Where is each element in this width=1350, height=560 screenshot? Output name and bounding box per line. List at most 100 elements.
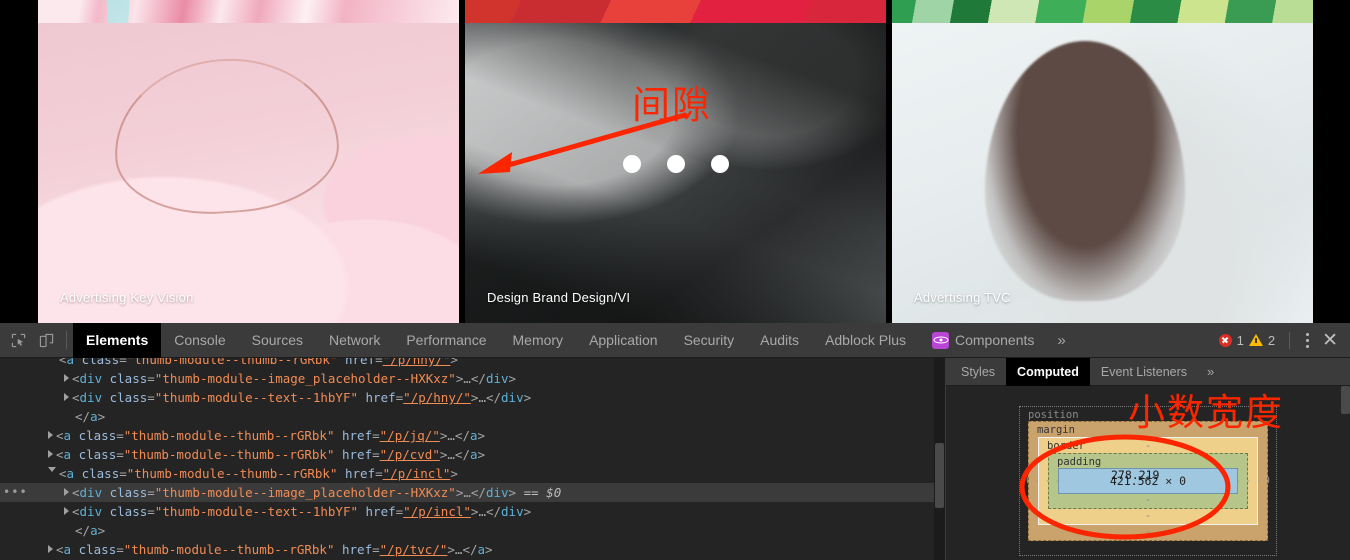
dom-node-row[interactable]: <a class="thumb-module--thumb--rGRbk" hr… (0, 445, 945, 464)
dom-token-punct: < (56, 447, 64, 462)
tab-application[interactable]: Application (576, 323, 671, 358)
dom-token-link[interactable]: "/p/hny/" (383, 358, 451, 367)
dom-token-dollar: == $0 (516, 485, 562, 500)
dom-node-row[interactable]: <div class="thumb-module--text--1hbYF" h… (0, 388, 945, 407)
sidebar-more-tabs-button[interactable]: » (1198, 364, 1223, 379)
dom-token-tag: div (79, 504, 103, 519)
sidebar-tab-styles[interactable]: Styles (950, 358, 1006, 386)
dom-token-tag: div (501, 504, 524, 519)
dom-token-link[interactable]: "/p/incl" (383, 466, 451, 481)
inspect-element-icon[interactable] (4, 326, 32, 354)
thumbnail-card-tvc[interactable]: Advertising TVC (892, 23, 1313, 323)
chevron-right-icon[interactable] (64, 374, 69, 382)
dom-node-row[interactable]: <a class="thumb-module--thumb--rGRbk" hr… (0, 358, 945, 369)
dom-token-attr: href (334, 447, 373, 462)
dom-token-val: "thumb-module--thumb--rGRbk" (123, 428, 335, 443)
sidebar-tab-computed[interactable]: Computed (1006, 358, 1090, 386)
dom-token-val: "thumb-module--text--1hbYF" (154, 390, 358, 405)
dom-token-link[interactable]: "/p/jq/" (380, 428, 440, 443)
dom-token-attr: href (358, 390, 396, 405)
box-model-border-top[interactable]: - (1145, 440, 1151, 452)
chevron-right-icon[interactable] (64, 507, 69, 515)
dom-token-link[interactable]: "/p/incl" (403, 504, 471, 519)
dom-token-punct: = (116, 428, 124, 443)
dom-token-punct: = (372, 447, 380, 462)
chevron-right-icon[interactable] (64, 488, 69, 496)
more-tabs-button[interactable]: » (1047, 332, 1075, 349)
dom-node-row[interactable]: </a> (0, 521, 945, 540)
dom-token-punct: = (147, 485, 155, 500)
tab-memory[interactable]: Memory (500, 323, 577, 358)
dom-token-punct: </ (454, 428, 470, 443)
dom-token-tag: a (469, 428, 478, 443)
dom-token-val: "thumb-module--thumb--rGRbk" (126, 466, 338, 481)
dom-node-row[interactable]: <a class="thumb-module--thumb--rGRbk" hr… (0, 426, 945, 445)
dom-token-tag: div (485, 485, 509, 500)
chevron-right-icon[interactable] (48, 431, 53, 439)
dom-tree-scrollbar[interactable] (934, 358, 945, 560)
scrollbar-thumb[interactable] (935, 443, 944, 508)
thumbnail-card-key-vision[interactable]: Advertising Key Vision (38, 23, 459, 323)
dom-token-punct: < (59, 358, 67, 367)
chevron-right-icon[interactable] (64, 393, 69, 401)
dom-token-link[interactable]: "/p/cvd" (380, 447, 440, 462)
dom-token-tag: a (63, 542, 72, 557)
chevron-right-icon[interactable] (48, 450, 53, 458)
tab-network[interactable]: Network (316, 323, 393, 358)
issue-counters[interactable]: 1 2 (1218, 332, 1281, 348)
page-viewport: Advertising Key Vision Design Brand Desi… (0, 0, 1350, 323)
dom-token-attr: class (102, 504, 148, 519)
tab-console[interactable]: Console (161, 323, 238, 358)
screenshot-root: Advertising Key Vision Design Brand Desi… (0, 0, 1350, 560)
dom-token-attr: href (337, 466, 376, 481)
box-model-border-bottom[interactable]: - (1145, 510, 1151, 522)
dom-node-row[interactable]: </a> (0, 407, 945, 426)
dom-token-punct: </ (462, 542, 478, 557)
dom-node-row[interactable]: <a class="thumb-module--thumb--rGRbk" hr… (0, 540, 945, 559)
tab-security[interactable]: Security (671, 323, 748, 358)
dom-token-attr: class (74, 466, 120, 481)
box-model-padding-bottom[interactable]: - (1145, 494, 1151, 506)
tab-adblock-plus[interactable]: Adblock Plus (812, 323, 919, 358)
react-icon (932, 331, 949, 349)
dom-token-punct: > (447, 542, 455, 557)
tab-elements[interactable]: Elements (73, 322, 162, 358)
carousel-dot[interactable] (710, 155, 729, 173)
dom-token-punct: = (147, 390, 155, 405)
dom-node-row[interactable]: <a class="thumb-module--thumb--rGRbk" hr… (0, 464, 945, 483)
tab-sources[interactable]: Sources (239, 323, 316, 358)
dom-token-attr: href (334, 428, 373, 443)
dom-tree[interactable]: <a class="thumb-module--thumb--rGRbk" hr… (0, 358, 945, 560)
dom-token-punct: </ (470, 485, 486, 500)
dom-token-punct: </ (485, 504, 502, 519)
box-model-margin-bottom[interactable]: - (1145, 526, 1151, 538)
dom-token-ellip: … (447, 447, 455, 462)
dom-token-punct: = (372, 542, 380, 557)
chevron-down-icon[interactable] (48, 467, 56, 476)
gap-annotation-label: 间隙 (632, 83, 713, 127)
tab-audits[interactable]: Audits (747, 323, 812, 358)
dom-node-ellipsis-badge[interactable]: ••• (3, 486, 28, 498)
warning-count: 2 (1267, 332, 1276, 348)
dom-token-ellip: … (447, 428, 455, 443)
close-devtools-button[interactable]: ✕ (1316, 331, 1350, 350)
dom-token-punct: = (119, 358, 127, 367)
dom-token-punct: < (72, 371, 80, 386)
dom-node-row[interactable]: <div class="thumb-module--image_placehol… (0, 369, 945, 388)
dom-node-row[interactable]: <div class="thumb-module--text--1hbYF" h… (0, 502, 945, 521)
dom-token-punct: > (450, 466, 458, 481)
dom-token-attr: class (71, 447, 117, 462)
box-model-margin-label: margin (1037, 424, 1075, 436)
dom-node-row-selected[interactable]: ••• <div class="thumb-module--image_place… (0, 483, 945, 502)
dom-token-link[interactable]: "/p/hny/" (403, 390, 471, 405)
dom-token-ellip: … (478, 390, 486, 405)
more-options-icon[interactable] (1298, 332, 1316, 348)
dom-token-ellip: … (463, 371, 471, 386)
dom-token-link[interactable]: "/p/tvc/" (380, 542, 448, 557)
device-toolbar-icon[interactable] (32, 326, 60, 354)
tab-performance[interactable]: Performance (393, 323, 499, 358)
tab-components[interactable]: Components (919, 323, 1047, 358)
dom-token-punct: = (116, 447, 124, 462)
chevron-right-icon[interactable] (48, 545, 53, 553)
dom-token-punct: > (477, 447, 486, 462)
